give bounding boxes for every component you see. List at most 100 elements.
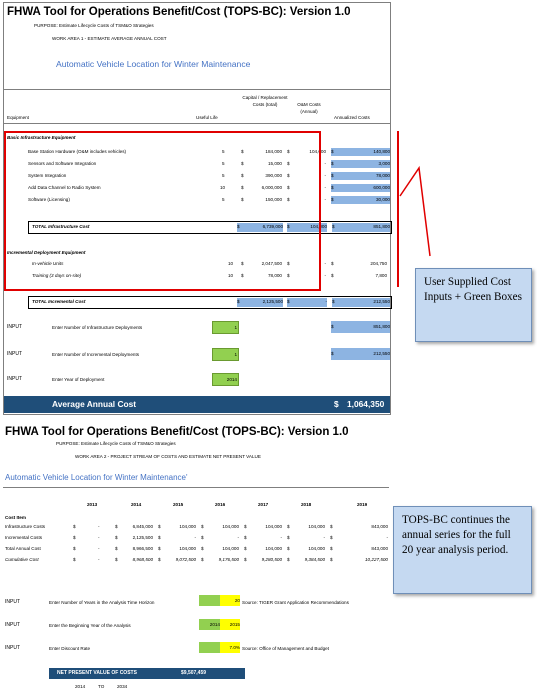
row-label: Total Annual Cost xyxy=(5,546,41,551)
row-value: 843,000 xyxy=(371,546,388,551)
dollar-sign: $ xyxy=(158,535,161,540)
dollar-sign: $ xyxy=(287,557,290,562)
table-row: Cumulative Cost $ - $8,968,500 $9,072,500… xyxy=(3,556,389,564)
row-value: 104,000 xyxy=(265,546,282,551)
row-value: - xyxy=(386,535,388,540)
year-label: 2013 xyxy=(87,502,98,507)
year-label: 2018 xyxy=(301,502,312,507)
input-label-begin-year: Enter the Beginning Year of the Analysis xyxy=(49,623,131,628)
callout-annual-series-text: TOPS-BC continues the annual series for … xyxy=(402,514,511,556)
year-label: 2015 xyxy=(173,502,184,507)
dollar-sign: $ xyxy=(73,546,76,551)
row-value: 9,072,500 xyxy=(175,557,196,562)
dollar-sign: $ xyxy=(158,524,161,529)
years-horizon-input-green[interactable] xyxy=(199,595,220,606)
dollar-sign: $ xyxy=(287,546,290,551)
dollar-sign: $ xyxy=(330,546,333,551)
years-header: 2013 2014 2015 2016 2017 2018 2019 xyxy=(3,501,389,509)
input-tag: INPUT xyxy=(5,645,20,651)
row-value: 104,000 xyxy=(308,524,325,529)
row-label: Cumulative Cost xyxy=(5,557,39,562)
discount-rate-source: Source: Office of Management and Budget xyxy=(242,646,329,651)
year-label: 2017 xyxy=(258,502,269,507)
row-value: 9,176,500 xyxy=(218,557,239,562)
row-value: - xyxy=(280,535,282,540)
dollar-sign: $ xyxy=(201,546,204,551)
page-title-bottom: FHWA Tool for Operations Benefit/Cost (T… xyxy=(5,426,349,438)
dollar-sign: $ xyxy=(73,524,76,529)
row-label: Incremental Costs xyxy=(5,535,43,540)
npv-label: NET PRESENT VALUE OF COSTS xyxy=(57,670,137,676)
npv-range-to: TO xyxy=(98,684,105,689)
row-value: - xyxy=(98,524,100,529)
npv-range-end: 2034 xyxy=(117,684,128,689)
sheet-subtitle-bottom: Automatic Vehicle Location for Winter Ma… xyxy=(5,473,188,482)
dollar-sign: $ xyxy=(158,546,161,551)
row-value: - xyxy=(323,535,325,540)
dollar-sign: $ xyxy=(244,546,247,551)
table-row: Incremental Costs $ - $2,125,500 $ - $ - $ -… xyxy=(3,534,389,542)
dollar-sign: $ xyxy=(201,524,204,529)
dollar-sign: $ xyxy=(287,524,290,529)
bottom-sheet: FHWA Tool for Operations Benefit/Cost (T… xyxy=(3,424,389,695)
discount-rate-input[interactable]: 7.0% xyxy=(220,642,240,653)
dollar-sign: $ xyxy=(73,557,76,562)
row-value: 10,227,500 xyxy=(365,557,388,562)
row-value: 6,845,000 xyxy=(132,524,153,529)
row-label: Infrastructure Costs xyxy=(5,524,46,529)
year-label: 2014 xyxy=(131,502,142,507)
input-label-years-horizon: Enter Number of Years in the Analysis Ti… xyxy=(49,600,155,605)
dollar-sign: $ xyxy=(244,557,247,562)
dollar-sign: $ xyxy=(330,557,333,562)
row-value: 9,384,500 xyxy=(304,557,325,562)
row-value: 104,000 xyxy=(265,524,282,529)
row-value: 104,000 xyxy=(308,546,325,551)
discount-rate-input-green[interactable] xyxy=(199,642,220,653)
dollar-sign: $ xyxy=(330,524,333,529)
dollar-sign: $ xyxy=(330,535,333,540)
row-value: - xyxy=(98,557,100,562)
row-value: - xyxy=(98,546,100,551)
dollar-sign: $ xyxy=(158,557,161,562)
dollar-sign: $ xyxy=(287,535,290,540)
row-value: 104,000 xyxy=(179,546,196,551)
row-value: - xyxy=(194,535,196,540)
year-label: 2016 xyxy=(215,502,226,507)
begin-year-input[interactable]: 2014 xyxy=(199,619,220,630)
row-value: 9,280,500 xyxy=(261,557,282,562)
row-value: - xyxy=(237,535,239,540)
callout-user-inputs: User Supplied Cost Inputs + Green Boxes xyxy=(415,268,532,342)
callout-user-inputs-text: User Supplied Cost Inputs + Green Boxes xyxy=(424,276,522,303)
npv-value: $9,507,459 xyxy=(181,670,207,676)
row-value: 8,966,500 xyxy=(132,546,153,551)
row-value: 843,000 xyxy=(371,524,388,529)
dollar-sign: $ xyxy=(115,557,118,562)
cost-rows: Infrastructure Costs $ - $6,845,000 $104,… xyxy=(3,523,389,571)
dollar-sign: $ xyxy=(201,535,204,540)
cost-item-header: Cost Item xyxy=(5,515,26,520)
years-horizon-input[interactable]: 20 xyxy=(220,595,240,606)
dollar-sign: $ xyxy=(244,524,247,529)
purpose-text-bottom: PURPOSE: Estimate Lifecycle Costs of TSM… xyxy=(56,441,176,446)
dollar-sign: $ xyxy=(244,535,247,540)
row-value: 104,000 xyxy=(179,524,196,529)
work-area-text-bottom: WORK AREA 2 - PROJECT STREAM OF COSTS AN… xyxy=(75,454,261,459)
row-value: 104,000 xyxy=(222,524,239,529)
row-value: - xyxy=(98,535,100,540)
dollar-sign: $ xyxy=(73,535,76,540)
row-value: 104,000 xyxy=(222,546,239,551)
dollar-sign: $ xyxy=(115,546,118,551)
npv-bar: NET PRESENT VALUE OF COSTS $9,507,459 xyxy=(49,668,245,679)
table-row: Total Annual Cost $ - $8,966,500 $104,000… xyxy=(3,545,389,553)
input-tag: INPUT xyxy=(5,622,20,628)
callout-annual-series: TOPS-BC continues the annual series for … xyxy=(393,506,532,594)
year-label: 2019 xyxy=(357,502,368,507)
dollar-sign: $ xyxy=(201,557,204,562)
npv-range-from: 2014 xyxy=(75,684,86,689)
input-label-discount-rate: Enter Discount Rate xyxy=(49,646,91,651)
years-horizon-source: Source: TIGER Grant Application Recommen… xyxy=(242,600,349,605)
table-row: Infrastructure Costs $ - $6,845,000 $104,… xyxy=(3,523,389,531)
dollar-sign: $ xyxy=(115,535,118,540)
row-value: 2,125,500 xyxy=(132,535,153,540)
input-tag: INPUT xyxy=(5,599,20,605)
